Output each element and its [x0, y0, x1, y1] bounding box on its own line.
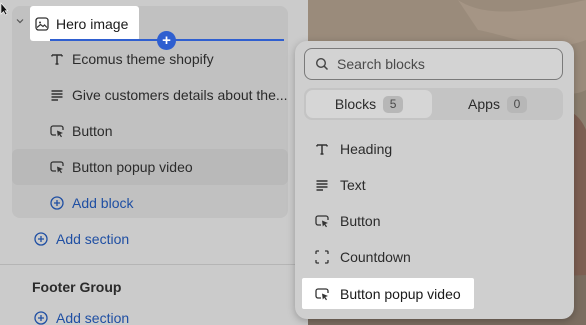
block-label: Ecomus theme shopify — [72, 51, 214, 67]
add-block-button[interactable]: Add block — [50, 195, 133, 211]
plus-circle-icon — [50, 196, 64, 210]
button-cursor-icon — [50, 160, 64, 174]
add-section-button[interactable]: Add section — [34, 231, 129, 247]
image-icon — [35, 16, 49, 31]
block-label: Button popup video — [72, 159, 193, 175]
section-item-hero-image[interactable]: Hero image — [30, 6, 139, 41]
plus-circle-icon — [34, 311, 48, 325]
block-option-label: Text — [340, 177, 366, 193]
text-icon — [315, 142, 329, 156]
button-cursor-icon — [50, 124, 64, 138]
chevron-down-icon[interactable] — [16, 17, 24, 25]
button-cursor-icon — [315, 287, 329, 301]
block-label: Button — [72, 123, 113, 139]
block-item-button-popup-video[interactable]: Button popup video — [12, 149, 288, 185]
add-section-label: Add section — [56, 231, 130, 247]
block-item-give-customers[interactable]: Give customers details about the... — [50, 87, 288, 103]
block-option-button-popup-video[interactable]: Button popup video — [302, 278, 474, 309]
tab-apps[interactable]: Apps 0 — [434, 90, 561, 118]
tab-blocks[interactable]: Blocks 5 — [306, 90, 432, 118]
block-item-ecomus-theme[interactable]: Ecomus theme shopify — [50, 51, 214, 67]
plus-circle-icon — [34, 232, 48, 246]
block-option-countdown[interactable]: Countdown — [315, 246, 411, 268]
divider — [0, 264, 308, 265]
mouse-pointer-icon — [0, 2, 8, 16]
block-option-label: Button — [340, 213, 381, 229]
block-tabs: Blocks 5 Apps 0 — [304, 88, 563, 120]
paragraph-icon — [315, 178, 329, 192]
section-title: Hero image — [56, 15, 129, 32]
count-badge: 0 — [506, 95, 527, 113]
search-field[interactable] — [304, 48, 563, 80]
block-option-label: Heading — [340, 141, 393, 157]
search-input[interactable] — [337, 56, 537, 72]
add-section-label: Add section — [56, 310, 130, 325]
countdown-frame-icon — [315, 250, 329, 264]
block-option-text[interactable]: Text — [315, 174, 366, 196]
count-badge: 5 — [383, 95, 404, 113]
insert-plus-icon[interactable]: + — [157, 31, 176, 50]
block-item-button[interactable]: Button — [50, 123, 112, 139]
tab-label: Apps — [468, 96, 500, 112]
block-option-label: Button popup video — [340, 285, 461, 302]
sidebar: Hero image + Ecomus theme shopify Give c… — [0, 0, 308, 325]
block-option-heading[interactable]: Heading — [315, 138, 392, 160]
text-icon — [50, 52, 64, 66]
search-icon — [315, 57, 329, 71]
paragraph-icon — [50, 88, 64, 102]
button-cursor-icon — [315, 214, 329, 228]
footer-add-section-button[interactable]: Add section — [34, 310, 129, 325]
add-block-label: Add block — [72, 195, 134, 211]
block-option-button[interactable]: Button — [315, 210, 380, 232]
block-label: Give customers details about the... — [72, 87, 288, 103]
tab-label: Blocks — [334, 96, 377, 112]
block-option-label: Countdown — [340, 249, 411, 265]
footer-group-title: Footer Group — [32, 279, 122, 295]
add-block-popover: Blocks 5 Apps 0 Heading Text Button Coun… — [295, 41, 574, 319]
